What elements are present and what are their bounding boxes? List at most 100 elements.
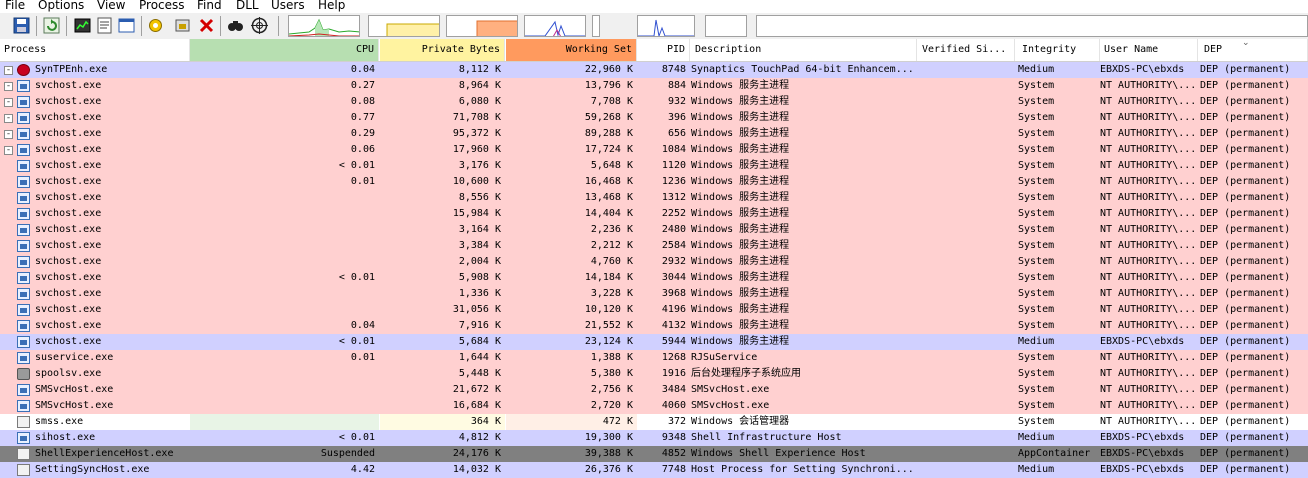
col-integrity[interactable]: Integrity [1018,39,1100,61]
physical-memory-graph[interactable] [446,15,518,37]
process-row[interactable]: svchost.exe 15,984 K 14,404 K 2252 Windows 服… [0,206,1308,222]
col-user-name[interactable]: User Name [1100,39,1198,61]
gpu-graph[interactable] [705,15,747,37]
tree-collapse-toggle[interactable]: - [4,82,13,91]
process-name: svchost.exe [35,144,102,155]
process-row[interactable]: - svchost.exe 0.77 71,708 K 59,268 K 396 Windo… [0,110,1308,126]
description-value: Windows 服务主进程 [691,144,790,155]
process-row[interactable]: smss.exe 364 K 472 K 372 Windows 会话管理器 System… [0,414,1308,430]
system-info-icon[interactable] [74,17,91,34]
cpu-value: 0.01 [350,352,375,363]
menu-help[interactable]: Help [318,0,345,13]
process-row[interactable]: SMSvcHost.exe 16,684 K 2,720 K 4060 SMSvcHos… [0,398,1308,414]
menu-find[interactable]: Find [197,0,222,13]
verified-signer-value [918,430,1015,446]
process-row[interactable]: spoolsv.exe 5,448 K 5,380 K 1916 后台处理程序子系统应用… [0,366,1308,382]
working-set-value: 14,404 K [584,208,633,219]
description-value: Windows 服务主进程 [691,240,790,251]
working-set-value: 26,376 K [584,464,633,475]
disk-graph[interactable] [637,15,695,37]
verified-signer-value [918,222,1015,238]
menu-process[interactable]: Process [139,0,185,13]
tree-collapse-toggle[interactable]: - [4,146,13,155]
working-set-value: 5,380 K [590,368,633,379]
process-name: svchost.exe [35,96,102,107]
process-row[interactable]: SMSvcHost.exe 21,672 K 2,756 K 3484 SMSvcHos… [0,382,1308,398]
process-row[interactable]: suservice.exe 0.01 1,644 K 1,388 K 1268 RJSuS… [0,350,1308,366]
options-icon[interactable] [147,17,164,34]
process-row[interactable]: sihost.exe < 0.01 4,812 K 19,300 K 9348 Shell… [0,430,1308,446]
tree-collapse-toggle[interactable]: - [4,130,13,139]
process-row[interactable]: svchost.exe 31,056 K 10,120 K 4196 Windows 服… [0,302,1308,318]
private-bytes-value: 3,164 K [458,224,501,235]
cpu-value [190,286,379,302]
commit-graph[interactable] [368,15,440,37]
service-process-icon [17,128,30,140]
process-row[interactable]: - svchost.exe 0.08 6,080 K 7,708 K 932 Windows… [0,94,1308,110]
col-verified-signer[interactable]: Verified Si... [918,39,1015,61]
tree-collapse-toggle[interactable]: - [4,98,13,107]
service-process-icon [17,240,30,252]
refresh-icon[interactable] [43,17,60,34]
properties-icon[interactable] [96,17,113,34]
description-value: Windows 服务主进程 [691,224,790,235]
process-row[interactable]: svchost.exe < 0.01 5,684 K 23,124 K 5944 Wind… [0,334,1308,350]
verified-signer-value [918,302,1015,318]
process-name: SMSvcHost.exe [35,384,114,395]
process-row[interactable]: - svchost.exe 0.27 8,964 K 13,796 K 884 Window… [0,78,1308,94]
col-pid[interactable]: PID [637,39,690,61]
process-row[interactable]: SettingSyncHost.exe 4.42 14,032 K 26,376 K 7… [0,462,1308,478]
process-row[interactable]: svchost.exe 2,004 K 4,760 K 2932 Windows 服务主… [0,254,1308,270]
col-private-bytes[interactable]: Private Bytes [380,39,505,61]
menu-users[interactable]: Users [271,0,305,13]
col-dep[interactable]: DEP [1200,39,1308,61]
cpu-value: 0.04 [350,320,375,331]
private-bytes-value: 15,984 K [452,208,501,219]
tree-collapse-toggle[interactable]: - [4,114,13,123]
cpu-graph[interactable] [288,15,360,37]
process-name: svchost.exe [35,80,102,91]
verified-signer-value [918,350,1015,366]
menu-view[interactable]: View [97,0,125,13]
process-row[interactable]: svchost.exe 8,556 K 13,468 K 1312 Windows 服务… [0,190,1308,206]
process-row[interactable]: svchost.exe 3,164 K 2,236 K 2480 Windows 服务主… [0,222,1308,238]
process-row[interactable]: ShellExperienceHost.exe Suspended 24,176 K… [0,446,1308,462]
process-name: svchost.exe [35,160,102,171]
tree-collapse-toggle[interactable]: - [4,66,13,75]
user-name-value: NT AUTHORITY\... [1100,160,1197,171]
menu-dll[interactable]: DLL [236,0,259,13]
menu-file[interactable]: File [5,0,25,13]
process-row[interactable]: - SynTPEnh.exe 0.04 8,112 K 22,960 K 8748 Syna… [0,62,1308,78]
process-row[interactable]: svchost.exe < 0.01 5,908 K 14,184 K 3044 Wind… [0,270,1308,286]
service-process-icon [17,144,30,156]
pid-value: 5944 [661,336,686,347]
col-working-set[interactable]: Working Set [506,39,637,61]
process-row[interactable]: svchost.exe 0.01 10,600 K 16,468 K 1236 Windo… [0,174,1308,190]
process-row[interactable]: svchost.exe 1,336 K 3,228 K 3968 Windows 服务主… [0,286,1308,302]
col-description[interactable]: Description [691,39,917,61]
process-row[interactable]: svchost.exe < 0.01 3,176 K 5,648 K 1120 Windo… [0,158,1308,174]
menu-options[interactable]: Options [38,0,84,13]
window-icon[interactable] [118,17,135,34]
integrity-value: System [1018,352,1055,363]
process-row[interactable]: svchost.exe 0.04 7,916 K 21,552 K 4132 Window… [0,318,1308,334]
kill-process-icon[interactable] [198,17,215,34]
description-value: Windows 服务主进程 [691,320,790,331]
network-graph[interactable] [592,15,600,37]
crosshair-icon[interactable] [251,17,268,34]
cpu-value [190,414,379,430]
verified-signer-value [918,110,1015,126]
extra-graph[interactable] [756,15,1308,37]
menu-bar: File Options View Process Find DLL Users Help [0,0,1308,13]
process-row[interactable]: svchost.exe 3,384 K 2,212 K 2584 Windows 服务主… [0,238,1308,254]
verified-signer-value [918,462,1015,478]
target-icon[interactable] [174,17,191,34]
pid-value: 3044 [661,272,686,283]
save-icon[interactable] [13,17,30,34]
col-process[interactable]: Process [0,39,190,61]
process-row[interactable]: - svchost.exe 0.29 95,372 K 89,288 K 656 Windo… [0,126,1308,142]
col-cpu[interactable]: CPU [190,39,379,61]
find-icon[interactable] [227,17,244,34]
io-graph[interactable] [524,15,586,37]
process-row[interactable]: - svchost.exe 0.06 17,960 K 17,724 K 1084 Wind… [0,142,1308,158]
